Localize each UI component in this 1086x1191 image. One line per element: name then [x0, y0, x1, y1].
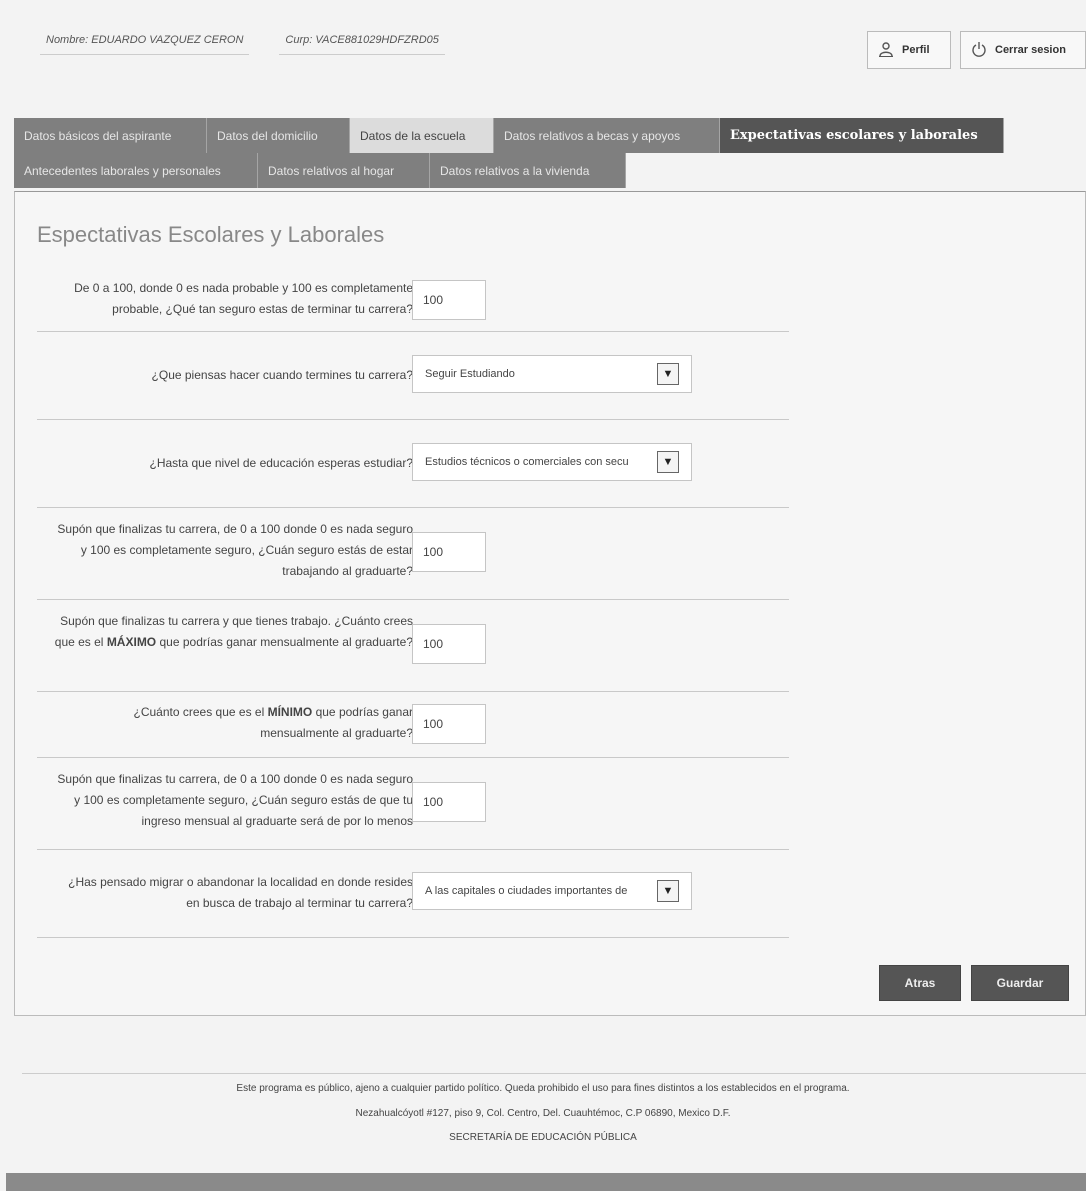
footer-agency: SECRETARÍA DE EDUCACIÓN PÚBLICA: [449, 1132, 637, 1143]
form-panel: Espectativas Escolares y Laborales De 0 …: [14, 191, 1086, 1016]
tab-row-1: Datos básicos del aspirante Datos del do…: [14, 118, 1086, 153]
question-row: ¿Has pensado migrar o abandonar la local…: [37, 850, 789, 938]
label-text: ¿Cuánto crees que es el: [133, 705, 268, 719]
footer-divider: [22, 1073, 1086, 1074]
footer-disclaimer: Este programa es público, ajeno a cualqu…: [236, 1083, 850, 1094]
chevron-down-icon[interactable]: ▼: [657, 451, 679, 473]
question-row: Supón que finalizas tu carrera y que tie…: [37, 600, 789, 692]
tab-expectativas[interactable]: Expectativas escolares y laborales: [720, 118, 1004, 153]
question-row: ¿Que piensas hacer cuando termines tu ca…: [37, 332, 789, 420]
logout-button[interactable]: Cerrar sesion: [960, 31, 1086, 69]
label-emphasis: MÍNIMO: [267, 705, 313, 719]
logout-label: Cerrar sesion: [995, 44, 1066, 56]
tab-vivienda[interactable]: Datos relativos a la vivienda: [430, 153, 626, 188]
max-income-input[interactable]: 100: [412, 624, 486, 664]
question-label: Supón que finalizas tu carrera, de 0 a 1…: [57, 772, 413, 828]
question-row: Supón que finalizas tu carrera, de 0 a 1…: [37, 758, 789, 850]
user-info: Nombre: EDUARDO VAZQUEZ CERON Curp: VACE…: [40, 34, 445, 55]
question-row: ¿Hasta que nivel de educación esperas es…: [37, 420, 789, 508]
question-row: ¿Cuánto crees que es el MÍNIMO que podrí…: [37, 692, 789, 758]
power-icon: [971, 41, 987, 60]
tab-datos-escuela[interactable]: Datos de la escuela: [350, 118, 494, 153]
save-button[interactable]: Guardar: [971, 965, 1069, 1001]
page: Nombre: EDUARDO VAZQUEZ CERON Curp: VACE…: [0, 0, 1086, 1191]
question-row: Supón que finalizas tu carrera, de 0 a 1…: [37, 508, 789, 600]
question-label: ¿Hasta que nivel de educación esperas es…: [149, 456, 414, 470]
bottom-bar: [6, 1173, 1086, 1191]
user-name: Nombre: EDUARDO VAZQUEZ CERON: [40, 34, 250, 55]
select-value: A las capitales o ciudades importantes d…: [425, 885, 628, 897]
question-label: Supón que finalizas tu carrera y que tie…: [53, 611, 413, 653]
question-label: ¿Cuánto crees que es el MÍNIMO que podrí…: [53, 702, 414, 744]
question-label: Supón que finalizas tu carrera, de 0 a 1…: [57, 522, 413, 578]
profile-button[interactable]: Perfil: [867, 31, 951, 69]
tab-datos-becas[interactable]: Datos relativos a becas y apoyos: [494, 118, 720, 153]
question-row: De 0 a 100, donde 0 es nada probable y 1…: [37, 272, 789, 332]
min-income-input[interactable]: 100: [412, 704, 486, 744]
plan-after-career-select[interactable]: Seguir Estudiando ▼: [412, 355, 692, 393]
label-text: que podrías ganar mensualmente al gradua…: [156, 635, 413, 649]
label-emphasis: MÁXIMO: [106, 635, 157, 649]
migration-select[interactable]: A las capitales o ciudades importantes d…: [412, 872, 692, 910]
user-curp: Curp: VACE881029HDFZRD05: [279, 34, 445, 55]
tab-hogar[interactable]: Datos relativos al hogar: [258, 153, 430, 188]
tab-datos-domicilio[interactable]: Datos del domicilio: [207, 118, 350, 153]
certainty-working-input[interactable]: 100: [412, 532, 486, 572]
question-label: ¿Has pensado migrar o abandonar la local…: [68, 875, 413, 910]
chevron-down-icon[interactable]: ▼: [657, 880, 679, 902]
select-value: Seguir Estudiando: [425, 368, 515, 380]
certainty-income-input[interactable]: 100: [412, 782, 486, 822]
tab-datos-basicos[interactable]: Datos básicos del aspirante: [14, 118, 207, 153]
tab-bar: Datos básicos del aspirante Datos del do…: [14, 118, 1086, 188]
chevron-down-icon[interactable]: ▼: [657, 363, 679, 385]
question-label: ¿Que piensas hacer cuando termines tu ca…: [151, 368, 413, 382]
back-button[interactable]: Atras: [879, 965, 961, 1001]
form-title: Espectativas Escolares y Laborales: [37, 222, 385, 247]
education-level-select[interactable]: Estudios técnicos o comerciales con secu…: [412, 443, 692, 481]
tab-row-2: Antecedentes laborales y personales Dato…: [14, 153, 1086, 188]
select-value: Estudios técnicos o comerciales con secu: [425, 456, 629, 468]
question-label: De 0 a 100, donde 0 es nada probable y 1…: [74, 281, 413, 316]
tab-antecedentes[interactable]: Antecedentes laborales y personales: [14, 153, 258, 188]
profile-label: Perfil: [902, 44, 930, 56]
certainty-finish-input[interactable]: 100: [412, 280, 486, 320]
user-profile-icon: [878, 41, 894, 60]
footer-address: Nezahualcóyotl #127, piso 9, Col. Centro…: [355, 1108, 731, 1119]
